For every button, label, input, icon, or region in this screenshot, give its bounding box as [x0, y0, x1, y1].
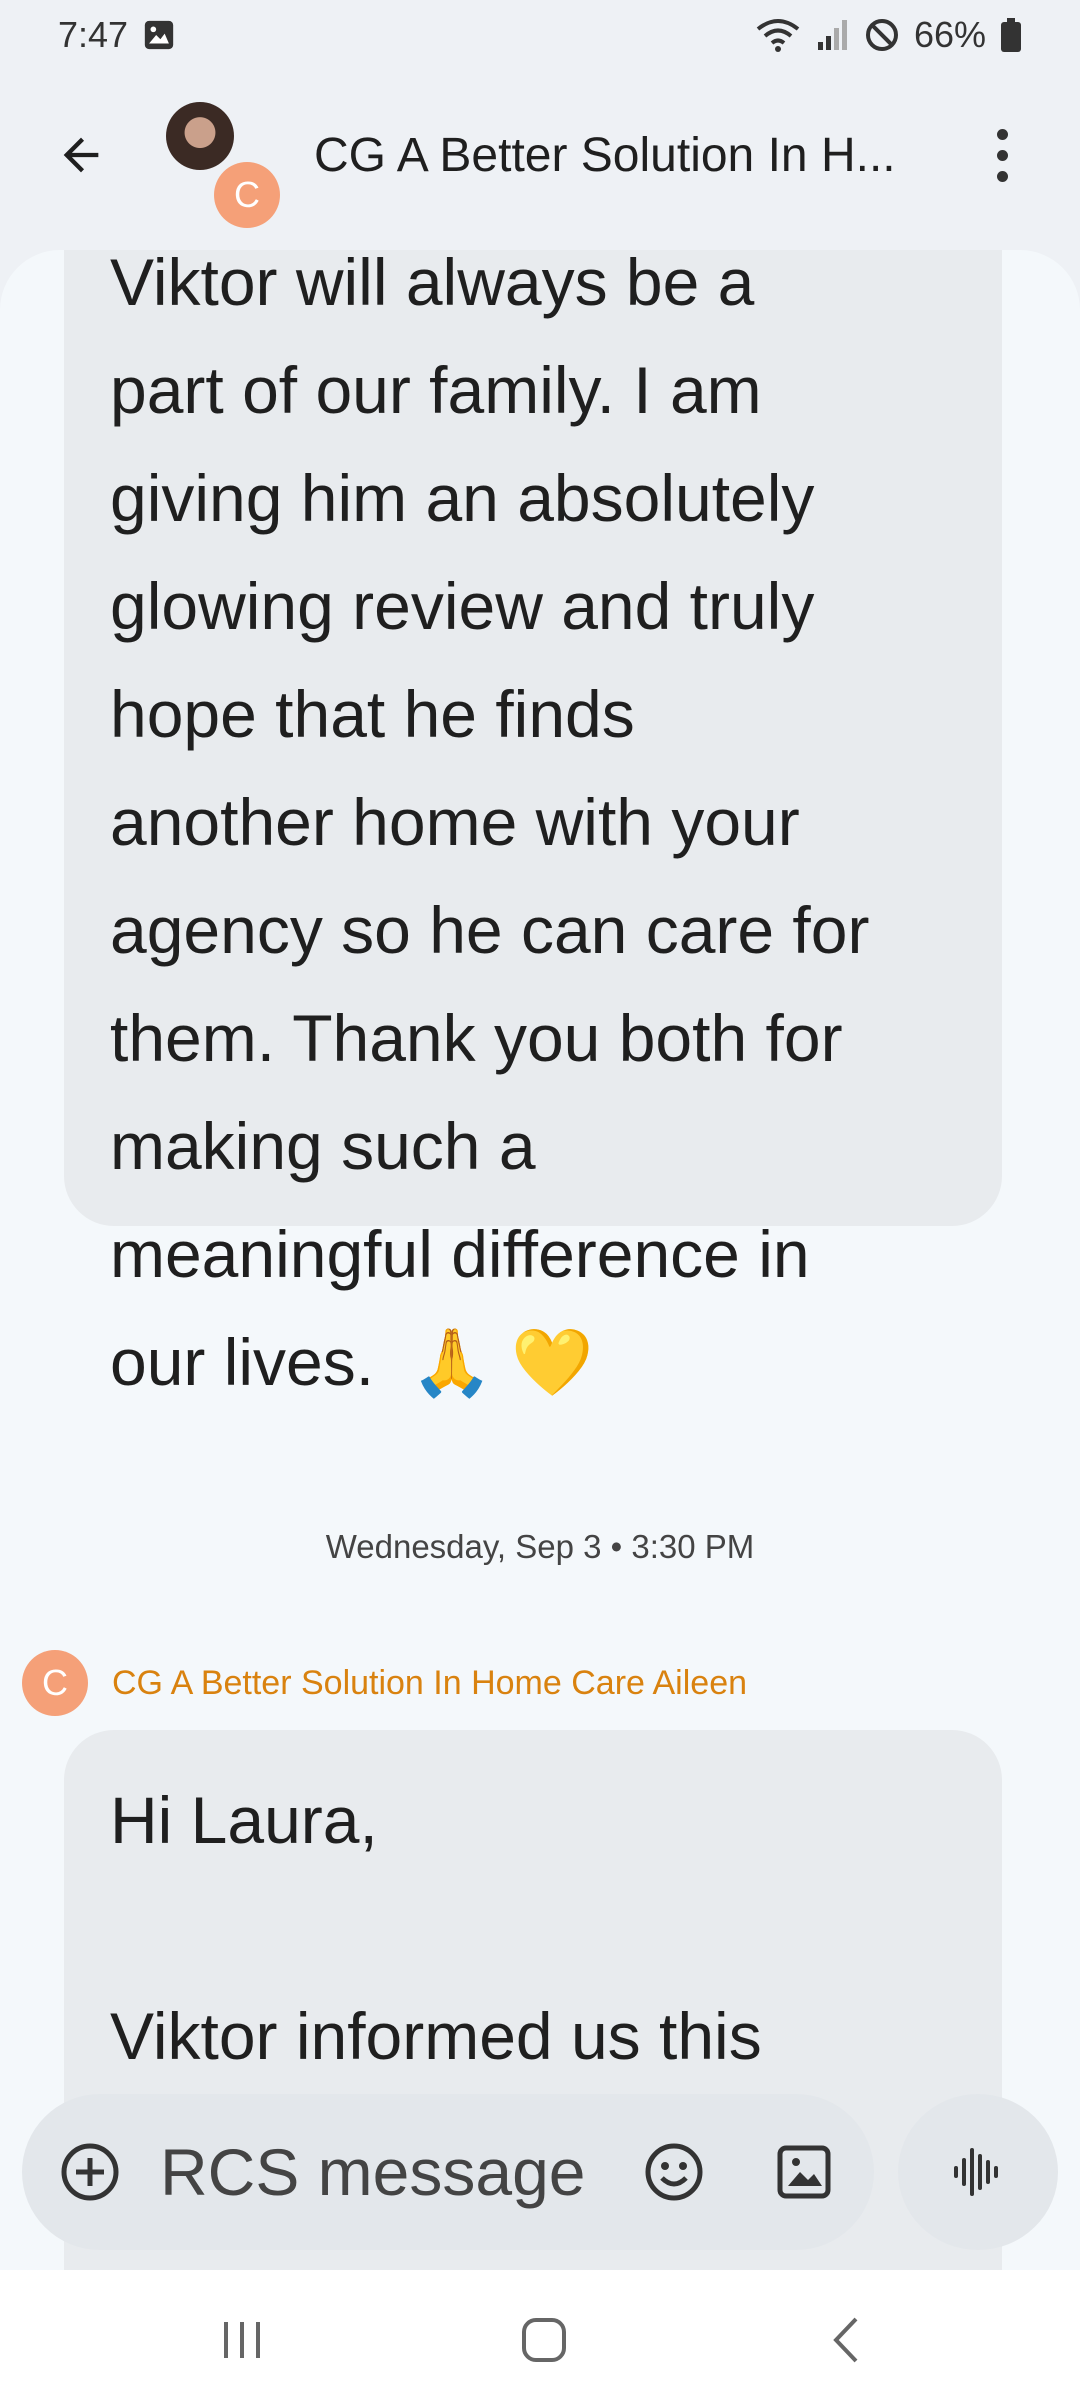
sender-name: CG A Better Solution In Home Care Aileen	[112, 1663, 748, 1702]
signal-icon	[816, 18, 850, 52]
arrow-left-icon	[63, 137, 99, 173]
avatar-photo	[166, 102, 234, 170]
home-icon	[522, 2318, 566, 2362]
emoji-button[interactable]	[642, 2140, 706, 2204]
avatar-letter: C	[214, 162, 280, 228]
wifi-icon	[754, 17, 802, 53]
status-left: 7:47	[58, 14, 176, 56]
chevron-left-icon	[833, 2317, 858, 2363]
plus-circle-icon	[61, 2143, 119, 2201]
more-options-button[interactable]	[980, 120, 1024, 190]
gallery-button[interactable]	[774, 2142, 834, 2202]
home-button[interactable]	[504, 2308, 584, 2372]
voice-wave-icon	[954, 2148, 998, 2196]
date-divider: Wednesday, Sep 3 • 3:30 PM	[325, 1528, 755, 1565]
gallery-icon	[777, 2145, 831, 2199]
status-bar: 7:47 66%	[0, 0, 1080, 70]
app-bar: C CG A Better Solution In H...	[0, 90, 1080, 230]
sender-avatar[interactable]: C	[22, 1650, 88, 1716]
status-right: 66%	[754, 14, 1022, 56]
conversation-area[interactable]: Viktor will always be a part of our fami…	[0, 250, 1080, 2280]
message-text: Viktor will always be a part of our fami…	[110, 250, 870, 1399]
battery-percent: 66%	[913, 14, 986, 55]
recent-apps-button[interactable]	[202, 2308, 282, 2372]
emoji-icon	[645, 2143, 703, 2201]
message-bubble[interactable]: Viktor will always be a part of our fami…	[64, 250, 1002, 1399]
message-text: Hi Laura, Viktor informed us this	[110, 1783, 762, 2073]
conversation-title[interactable]: CG A Better Solution In H...	[314, 128, 934, 183]
status-time: 7:47	[58, 14, 129, 55]
image-notification-icon	[142, 18, 176, 52]
back-nav-button[interactable]	[806, 2308, 886, 2372]
compose-bar: RCS message	[22, 2094, 874, 2250]
message-input[interactable]: RCS message	[160, 2134, 586, 2210]
do-not-disturb-icon	[864, 17, 900, 53]
attach-button[interactable]	[58, 2140, 122, 2204]
conversation-avatar[interactable]: C	[166, 102, 286, 228]
sender-row: C CG A Better Solution In Home Care Aile…	[22, 1650, 747, 1716]
recent-apps-icon	[224, 2322, 260, 2358]
back-button[interactable]	[46, 120, 116, 190]
voice-message-button[interactable]	[898, 2094, 1058, 2250]
more-vert-icon	[996, 128, 1008, 140]
battery-icon	[1000, 18, 1022, 52]
system-nav-bar	[0, 2270, 1080, 2408]
